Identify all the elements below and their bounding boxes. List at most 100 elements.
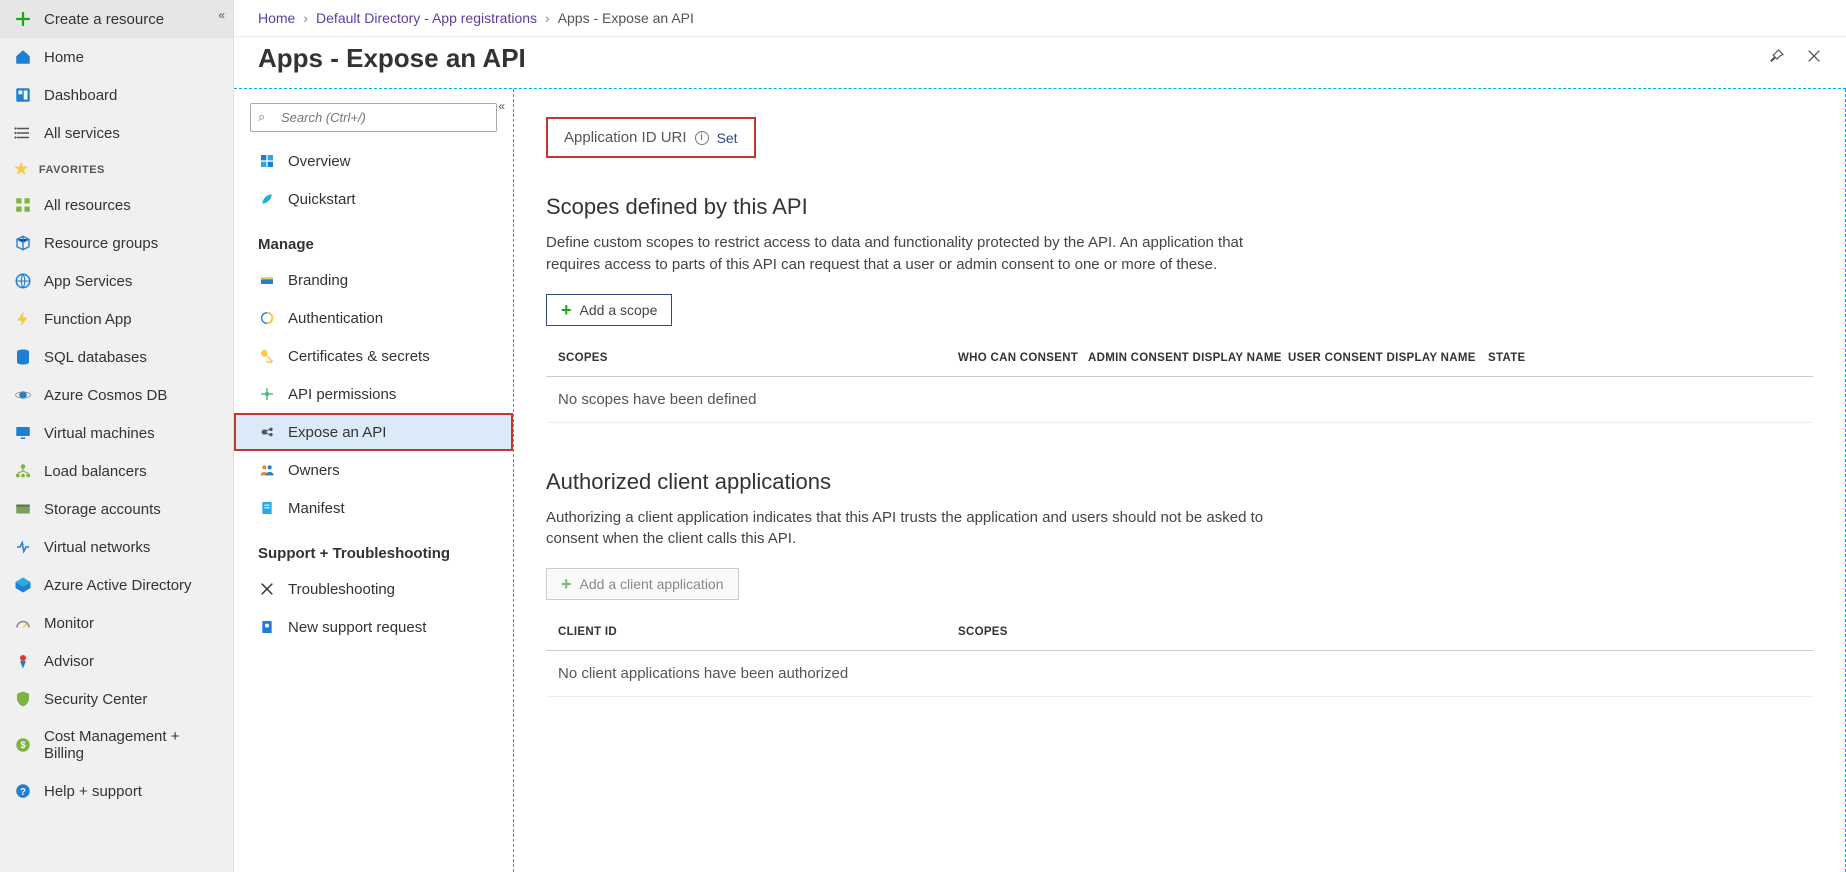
cube-group-icon <box>14 234 32 252</box>
nav-resource-groups[interactable]: Resource groups <box>0 224 233 262</box>
tag-icon <box>258 271 276 289</box>
search-icon: ⌕ <box>258 109 265 125</box>
globe-icon <box>14 272 32 290</box>
nav-label: Home <box>44 49 84 66</box>
subnav-troubleshooting[interactable]: Troubleshooting <box>234 570 513 608</box>
nav-label: SQL databases <box>44 349 147 366</box>
info-icon[interactable]: i <box>695 131 709 145</box>
nav-security-center[interactable]: Security Center <box>0 680 233 718</box>
subnav-new-support[interactable]: New support request <box>234 608 513 646</box>
subnav-overview[interactable]: Overview <box>234 142 513 180</box>
nav-label: Azure Active Directory <box>44 577 192 594</box>
nav-label: All resources <box>44 197 131 214</box>
subnav-manifest[interactable]: Manifest <box>234 489 513 527</box>
gauge-icon <box>14 614 32 632</box>
subnav-expose-api[interactable]: Expose an API <box>234 413 513 451</box>
nav-help-support[interactable]: ? Help + support <box>0 772 233 810</box>
chevron-right-icon: › <box>545 10 550 26</box>
clients-table-header: CLIENT ID SCOPES <box>546 616 1813 651</box>
aad-icon <box>14 576 32 594</box>
nav-function-app[interactable]: Function App <box>0 300 233 338</box>
subnav-branding[interactable]: Branding <box>234 261 513 299</box>
button-label: Add a client application <box>580 576 724 592</box>
support-icon <box>258 618 276 636</box>
nav-virtual-networks[interactable]: Virtual networks <box>0 528 233 566</box>
subnav-label: Authentication <box>288 310 383 327</box>
nav-cosmos-db[interactable]: Azure Cosmos DB <box>0 376 233 414</box>
subnav-quickstart[interactable]: Quickstart <box>234 180 513 218</box>
monitor-icon <box>14 424 32 442</box>
subnav-manage-header: Manage <box>234 218 513 261</box>
add-scope-button[interactable]: + Add a scope <box>546 294 672 326</box>
network-icon <box>14 538 32 556</box>
nav-app-services[interactable]: App Services <box>0 262 233 300</box>
detail-panel: Application ID URI i Set Scopes defined … <box>514 89 1846 872</box>
database-icon <box>14 348 32 366</box>
people-icon <box>258 461 276 479</box>
list-icon <box>14 124 32 142</box>
main-area: Home › Default Directory - App registrat… <box>234 0 1846 872</box>
col-scopes: SCOPES <box>558 352 958 364</box>
shield-icon <box>14 690 32 708</box>
button-label: Add a scope <box>580 302 658 318</box>
subnav-label: API permissions <box>288 386 396 403</box>
nav-label: App Services <box>44 273 132 290</box>
wrench-icon <box>258 580 276 598</box>
scopes-description: Define custom scopes to restrict access … <box>546 232 1266 276</box>
nav-aad[interactable]: Azure Active Directory <box>0 566 233 604</box>
subnav-label: New support request <box>288 619 426 636</box>
subnav-label: Manifest <box>288 500 345 517</box>
overview-icon <box>258 152 276 170</box>
nav-storage-accounts[interactable]: Storage accounts <box>0 490 233 528</box>
clients-heading: Authorized client applications <box>546 469 1813 495</box>
subnav-certificates-secrets[interactable]: Certificates & secrets <box>234 337 513 375</box>
nav-cost-management[interactable]: $ Cost Management + Billing <box>0 718 233 772</box>
scopes-table: SCOPES WHO CAN CONSENT ADMIN CONSENT DIS… <box>546 342 1813 423</box>
nav-all-services[interactable]: All services <box>0 114 233 152</box>
nav-sql-databases[interactable]: SQL databases <box>0 338 233 376</box>
scopes-empty-row: No scopes have been defined <box>546 377 1813 423</box>
nav-dashboard[interactable]: Dashboard <box>0 76 233 114</box>
breadcrumb-home[interactable]: Home <box>258 10 295 26</box>
subnav-label: Overview <box>288 153 351 170</box>
nav-load-balancers[interactable]: Load balancers <box>0 452 233 490</box>
nav-all-resources[interactable]: All resources <box>0 186 233 224</box>
col-admin-display: ADMIN CONSENT DISPLAY NAME <box>1088 352 1288 364</box>
subnav-authentication[interactable]: Authentication <box>234 299 513 337</box>
subnav-label: Branding <box>288 272 348 289</box>
nav-section-label: FAVORITES <box>39 164 105 176</box>
col-who-consent: WHO CAN CONSENT <box>958 352 1088 364</box>
plus-icon: + <box>561 575 572 593</box>
add-client-button: + Add a client application <box>546 568 739 600</box>
clients-description: Authorizing a client application indicat… <box>546 507 1266 551</box>
breadcrumb-directory[interactable]: Default Directory - App registrations <box>316 10 537 26</box>
nav-label: Create a resource <box>44 11 164 28</box>
subnav-label: Expose an API <box>288 424 386 441</box>
clients-empty-row: No client applications have been authori… <box>546 651 1813 697</box>
subnav-api-permissions[interactable]: API permissions <box>234 375 513 413</box>
nav-label: Advisor <box>44 653 94 670</box>
subnav-label: Troubleshooting <box>288 581 395 598</box>
close-icon[interactable] <box>1806 48 1822 69</box>
expose-icon <box>258 423 276 441</box>
nav-monitor[interactable]: Monitor <box>0 604 233 642</box>
help-icon: ? <box>14 782 32 800</box>
search-input[interactable] <box>250 103 497 132</box>
storage-icon <box>14 500 32 518</box>
nav-create-resource[interactable]: Create a resource <box>0 0 233 38</box>
subnav-owners[interactable]: Owners <box>234 451 513 489</box>
nav-label: Storage accounts <box>44 501 161 518</box>
bolt-icon <box>14 310 32 328</box>
nav-advisor[interactable]: Advisor <box>0 642 233 680</box>
set-link[interactable]: Set <box>717 130 738 146</box>
collapse-subnav-icon[interactable]: « <box>498 99 505 113</box>
nav-label: All services <box>44 125 120 142</box>
dollar-icon: $ <box>14 736 32 754</box>
sub-nav: « ⌕ Overview Quickstart Manage Branding <box>234 89 514 872</box>
nav-home[interactable]: Home <box>0 38 233 76</box>
auth-icon <box>258 309 276 327</box>
pin-icon[interactable] <box>1768 47 1786 70</box>
nav-virtual-machines[interactable]: Virtual machines <box>0 414 233 452</box>
collapse-global-nav-icon[interactable]: « <box>218 8 225 22</box>
col-client-scopes: SCOPES <box>958 626 1801 638</box>
